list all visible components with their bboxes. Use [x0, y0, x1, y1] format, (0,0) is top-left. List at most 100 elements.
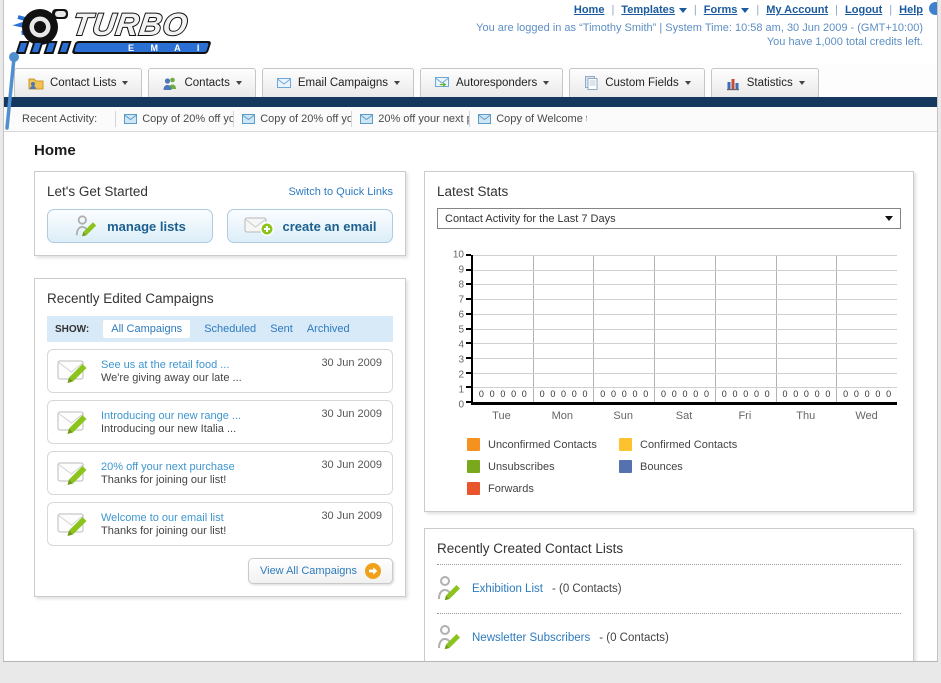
chart-value-label: 0: [600, 389, 606, 399]
campaign-edit-icon: [57, 459, 93, 487]
header-link-help[interactable]: Help: [899, 4, 923, 16]
dotted-divider: [437, 564, 901, 565]
button-label: create an email: [282, 218, 377, 234]
chart-value-label: 0: [550, 389, 556, 399]
session-line: You are logged in as “Timothy Smith” | S…: [476, 22, 923, 34]
get-started-panel: Let's Get Started Switch to Quick Links …: [34, 171, 406, 256]
chart-value-label: 0: [571, 389, 577, 399]
envelope-icon: [360, 114, 374, 124]
chart-gridline: [473, 372, 897, 374]
latest-stats-panel: Latest Stats Contact Activity for the La…: [424, 171, 914, 512]
header-link-forms[interactable]: Forms: [704, 4, 750, 16]
tab-archived[interactable]: Archived: [307, 323, 350, 335]
recent-activity-item[interactable]: 20% off your next p: [351, 111, 469, 127]
navy-divider-bar: [4, 97, 937, 107]
chart-gridline: [473, 343, 897, 345]
turbo-email-logo: TURBO E M A I L: [10, 3, 242, 64]
y-axis-tick: [466, 283, 471, 286]
x-axis-label: Mon: [551, 410, 573, 422]
nav-label: Contacts: [184, 77, 230, 89]
campaign-date: 30 Jun 2009: [321, 459, 382, 471]
chart-gridline: [473, 299, 897, 301]
y-axis-tick-label: 3: [458, 354, 464, 366]
chart-value-label: 0: [561, 389, 567, 399]
y-axis-tick: [466, 312, 471, 315]
chart-value-label: 0: [853, 389, 859, 399]
envelope-icon: [478, 114, 492, 124]
nav-tab-custom-fields[interactable]: Custom Fields: [569, 68, 705, 97]
chart-value-label: 0: [582, 389, 588, 399]
legend-swatch-icon: [467, 460, 480, 473]
create-email-button[interactable]: create an email: [227, 209, 393, 243]
legend-label: Bounces: [640, 460, 683, 473]
view-all-campaigns-button[interactable]: View All Campaigns: [247, 558, 393, 584]
y-axis-tick-label: 9: [458, 264, 464, 276]
chart-value-label: 0: [661, 389, 667, 399]
campaign-subtitle: We're giving away our late ...: [101, 371, 242, 384]
campaign-title-link[interactable]: Welcome to our email list: [101, 512, 226, 524]
x-axis-label: Tue: [492, 410, 511, 422]
campaign-title-link[interactable]: Introducing our new range ...: [101, 410, 241, 422]
contact-list-link[interactable]: Newsletter Subscribers: [472, 632, 590, 644]
switch-quick-links[interactable]: Switch to Quick Links: [288, 186, 393, 198]
campaign-date: 30 Jun 2009: [321, 510, 382, 522]
nav-tab-autoresponders[interactable]: Autoresponders: [420, 68, 564, 97]
show-label: SHOW:: [55, 323, 90, 335]
tab-all-campaigns[interactable]: All Campaigns: [103, 320, 191, 338]
manage-lists-button[interactable]: manage lists: [47, 209, 213, 243]
decorative-pin-left: [5, 52, 19, 130]
nav-tab-email-campaigns[interactable]: Email Campaigns: [261, 68, 414, 97]
contact-list-detail: - (0 Contacts): [599, 632, 669, 644]
nav-tab-contacts[interactable]: Contacts: [148, 68, 256, 97]
header-link-logout[interactable]: Logout: [845, 4, 882, 16]
campaign-title-link[interactable]: See us at the retail food ...: [101, 359, 242, 371]
contact-lists-icon: [28, 75, 44, 91]
page-footer-strip: [0, 662, 941, 682]
chart-y-axis: 0 1 2 3 4 5 6 7 8 9 10: [443, 250, 471, 411]
recent-activity-item[interactable]: Copy of 20% off yo: [115, 111, 233, 127]
legend-item: Forwards: [467, 482, 619, 495]
select-value: Contact Activity for the Last 7 Days: [445, 212, 616, 225]
tab-sent[interactable]: Sent: [270, 323, 293, 335]
chart-value-label: 0: [721, 389, 727, 399]
chart-value-label: 0: [782, 389, 788, 399]
chart-value-label: 0: [500, 389, 506, 399]
legend-item: Unconfirmed Contacts: [467, 438, 619, 451]
recent-activity-item[interactable]: Copy of Welcome to: [469, 111, 587, 127]
chevron-down-icon: [684, 81, 691, 85]
separator: |: [611, 4, 615, 16]
header-link-home[interactable]: Home: [574, 4, 605, 16]
x-axis-label: Sat: [675, 410, 693, 422]
envelope-icon: [242, 114, 256, 124]
chart-value-label: 0: [511, 389, 517, 399]
tab-scheduled[interactable]: Scheduled: [204, 323, 256, 335]
chart-value-label: 0: [621, 389, 627, 399]
separator: |: [756, 4, 760, 16]
nav-tab-contact-lists[interactable]: Contact Lists: [14, 68, 143, 97]
y-axis-tick-label: 7: [458, 294, 464, 306]
y-axis-tick: [466, 327, 471, 330]
chart-value-labels: 00000: [837, 389, 897, 399]
nav-label: Contact Lists: [50, 77, 117, 89]
header-link-my-account[interactable]: My Account: [766, 4, 828, 16]
chart-value-label: 0: [753, 389, 759, 399]
y-axis-tick-label: 10: [452, 249, 464, 261]
campaign-title-link[interactable]: 20% off your next purchase: [101, 461, 235, 473]
y-axis-tick-label: 4: [458, 339, 464, 351]
stats-period-select[interactable]: Contact Activity for the Last 7 Days: [437, 208, 901, 229]
legend-label: Confirmed Contacts: [640, 438, 738, 451]
dotted-divider: [437, 613, 901, 614]
y-axis-tick: [466, 342, 471, 345]
campaign-edit-icon: [57, 357, 93, 385]
svg-text:E M A I L: E M A I L: [128, 43, 228, 53]
separator: |: [889, 4, 893, 16]
recent-activity-item[interactable]: Copy of 20% off yo: [233, 111, 351, 127]
chart-value-labels: 00000: [655, 389, 715, 399]
header-link-templates[interactable]: Templates: [621, 4, 687, 16]
nav-tab-statistics[interactable]: Statistics: [710, 68, 819, 97]
campaign-row: Introducing our new range ... Introducin…: [47, 400, 393, 444]
chart-value-label: 0: [886, 389, 892, 399]
chart-gridline: [473, 255, 897, 256]
create-email-icon: [244, 215, 274, 237]
contact-list-link[interactable]: Exhibition List: [472, 583, 543, 595]
